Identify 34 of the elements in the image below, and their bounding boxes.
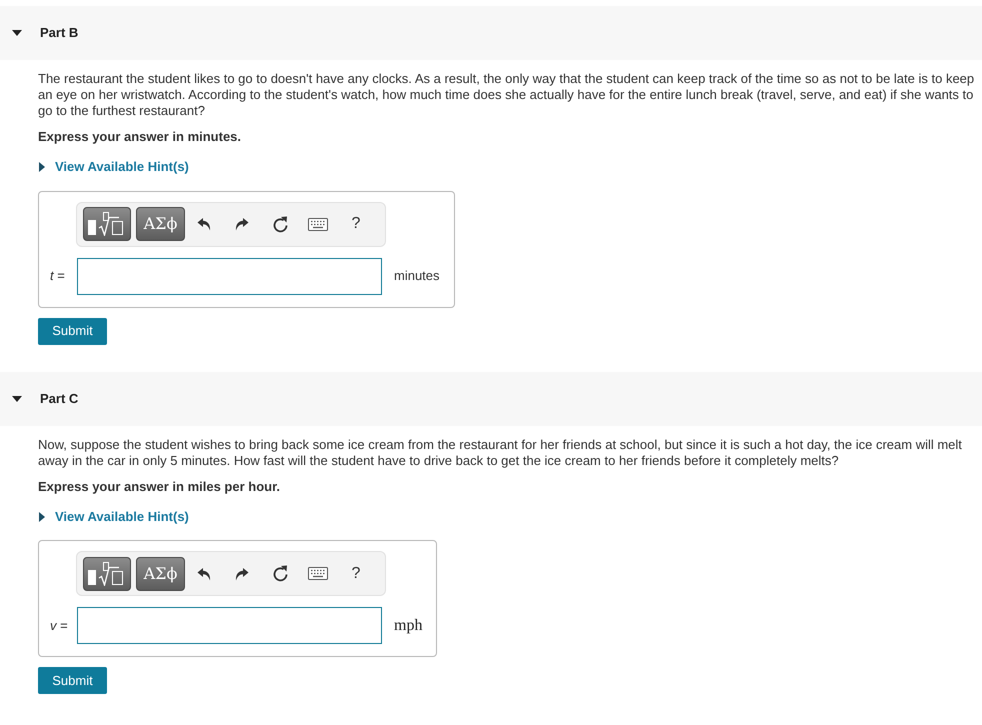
template-button[interactable]: [83, 207, 131, 241]
unit-label: mph: [394, 616, 422, 636]
question-text: The restaurant the student likes to go to doesn't have any clocks. As a result, the only way that the student can keep track of the time so as not to be late is to keep an eye on her wristwatch. According to the student's watch, how much time does she actually have for the entire lunch break (travel, serve, and eat) if she wants to go to the furthest restaurant?: [38, 71, 976, 119]
caret-down-icon[interactable]: [12, 396, 22, 402]
caret-down-icon[interactable]: [12, 30, 22, 36]
part-title: Part C: [40, 390, 78, 406]
reset-icon[interactable]: [272, 216, 288, 232]
redo-icon[interactable]: [235, 217, 249, 231]
template-button[interactable]: [83, 556, 131, 590]
answer-input[interactable]: [77, 258, 382, 294]
answer-input[interactable]: [77, 607, 382, 644]
symbols-button[interactable]: ΑΣϕ: [136, 207, 185, 241]
keyboard-icon[interactable]: [308, 567, 328, 580]
redo-icon[interactable]: [235, 566, 249, 580]
keyboard-icon[interactable]: [308, 218, 328, 230]
submit-button[interactable]: Submit: [38, 318, 107, 344]
help-button[interactable]: ?: [352, 564, 360, 582]
hint-link[interactable]: View Available Hint(s): [38, 508, 189, 524]
submit-button[interactable]: Submit: [38, 667, 107, 694]
reset-icon[interactable]: [272, 565, 288, 582]
unit-label: minutes: [394, 267, 440, 286]
part-title: Part B: [40, 25, 78, 41]
answer-instruction: Express your answer in miles per hour.: [38, 478, 282, 494]
undo-icon[interactable]: [197, 566, 211, 580]
radical-template-icon: [88, 562, 126, 586]
undo-icon[interactable]: [197, 217, 211, 231]
symbols-button[interactable]: ΑΣϕ: [136, 556, 185, 590]
radical-template-icon: [88, 212, 126, 236]
hint-link[interactable]: View Available Hint(s): [38, 159, 189, 175]
question-text: Now, suppose the student wishes to bring back some ice cream from the restaurant for her friends at school, but since it is such a hot day, the ice cream will melt away in the car in only 5 minutes. How fast will the student have to drive back to get the ice cream to her friends before it completely melts?: [38, 436, 963, 468]
answer-instruction: Express your answer in minutes.: [38, 129, 242, 145]
variable-label: v =: [50, 616, 69, 635]
variable-label: t =: [50, 267, 66, 286]
help-button[interactable]: ?: [352, 215, 360, 233]
